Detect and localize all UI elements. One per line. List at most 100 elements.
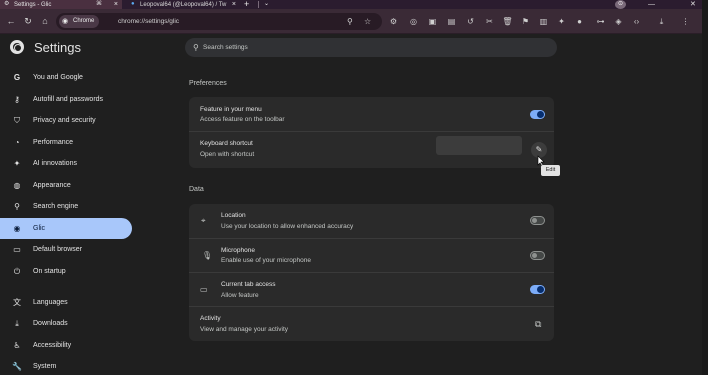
code-icon[interactable]: ‹› <box>631 16 642 27</box>
sidebar-item-on-startup[interactable]: ⏻ On startup <box>0 261 132 282</box>
new-tab-button[interactable]: + <box>244 0 249 9</box>
sidebar-item-accessibility[interactable]: ♿ Accessibility <box>0 335 132 356</box>
trash-icon[interactable]: 🗑 <box>502 16 513 27</box>
sidebar-item-label: On startup <box>33 268 66 275</box>
feature-menu-toggle[interactable] <box>530 110 545 119</box>
accessibility-icon: ♿ <box>13 341 21 350</box>
translate-icon: 文 <box>13 298 21 307</box>
chip-label: Chrome <box>73 18 95 24</box>
tab-twitter[interactable]: ● Leopoval64 (@Leopoval64) / Tw × <box>128 0 238 9</box>
extension-icon[interactable]: ◈ <box>613 16 624 27</box>
sidebar-item-label: Default browser <box>33 246 83 253</box>
google-icon: G <box>13 73 21 82</box>
current-tab-subtitle: Allow feature <box>221 292 259 299</box>
search-box[interactable]: ⚲ <box>185 38 557 57</box>
sidebar-item-downloads[interactable]: ⤓ Downloads <box>0 313 132 334</box>
menu-dots-icon[interactable]: ⋮ <box>680 16 691 27</box>
key-icon: ⚷ <box>14 95 20 104</box>
minimize-icon[interactable]: — <box>648 0 655 9</box>
search-input[interactable] <box>203 38 543 57</box>
sidebar-item-label: Glic <box>33 225 46 232</box>
sidebar-item-label: Languages <box>33 299 68 306</box>
location-toggle[interactable] <box>530 216 545 225</box>
sidebar-item-label: Search engine <box>33 203 79 210</box>
extension-icon[interactable]: ⊶ <box>595 16 606 27</box>
wrench-icon: 🔧 <box>12 362 22 371</box>
extension-icon[interactable]: ▣ <box>427 16 438 27</box>
history-icon[interactable]: ↺ <box>465 16 476 27</box>
chrome-icon: ◉ <box>62 18 69 25</box>
extension-icon[interactable]: ✦ <box>556 16 567 27</box>
browser-toolbar: ← ↻ ⌂ ◉ Chrome chrome://settings/glic ⚲ … <box>0 9 708 34</box>
external-link-icon[interactable]: ⧉ <box>535 319 541 330</box>
extension-icon[interactable]: ● <box>574 16 585 27</box>
chrome-chip[interactable]: ◉ Chrome <box>59 15 100 28</box>
sidebar-item-appearance[interactable]: ◍ Appearance <box>0 175 132 196</box>
tab-settings[interactable]: ⚙ Settings - Glic ⌘ × <box>0 0 122 9</box>
current-tab-toggle[interactable] <box>530 285 545 294</box>
sidebar-item-you-and-google[interactable]: G You and Google <box>0 67 132 88</box>
bookmark-star-icon[interactable]: ☆ <box>364 13 371 30</box>
divider <box>189 306 554 307</box>
section-title-preferences: Preferences <box>189 80 227 87</box>
search-icon: ⚲ <box>14 202 20 211</box>
feature-menu-subtitle: Access feature on the toolbar <box>200 116 285 123</box>
download-icon[interactable]: ⤓ <box>656 16 667 27</box>
extension-icon[interactable]: ▤ <box>446 16 457 27</box>
zoom-icon[interactable]: ⚲ <box>347 13 353 30</box>
settings-sidebar: G You and Google ⚷ Autofill and password… <box>0 66 140 375</box>
address-bar[interactable]: ◉ Chrome chrome://settings/glic ⚲ ☆ <box>56 13 382 30</box>
sidebar-item-label: Accessibility <box>33 342 72 349</box>
extension-icon[interactable]: ◎ <box>408 16 419 27</box>
tab-title: Settings - Glic <box>14 1 52 8</box>
back-icon[interactable]: ← <box>4 14 18 28</box>
home-icon[interactable]: ⌂ <box>38 14 52 28</box>
sidebar-item-autofill[interactable]: ⚷ Autofill and passwords <box>0 89 132 110</box>
mute-icon[interactable]: ⌘ <box>96 0 102 7</box>
download-icon: ⤓ <box>15 319 19 328</box>
twitter-favicon: ● <box>131 1 135 7</box>
divider <box>189 272 554 273</box>
extension-icon[interactable]: ⚑ <box>520 16 531 27</box>
browser-icon: ▭ <box>13 245 21 254</box>
extension-icon[interactable]: ✂ <box>484 16 495 27</box>
sidebar-item-label: System <box>33 363 57 370</box>
url-text[interactable]: chrome://settings/glic <box>118 13 179 30</box>
sidebar-item-glic[interactable]: ◉ Glic <box>0 218 132 239</box>
sidebar-item-label: You and Google <box>33 74 83 81</box>
tab-window-icon: ▭ <box>200 285 208 294</box>
sidebar-item-performance[interactable]: ◔ Performance <box>0 132 132 153</box>
edit-tooltip: Edit <box>541 165 560 176</box>
close-window-icon[interactable]: ✕ <box>690 0 696 9</box>
close-tab-icon[interactable]: × <box>114 0 118 9</box>
sidebar-item-search-engine[interactable]: ⚲ Search engine <box>0 196 132 217</box>
shield-icon: ⛉ <box>14 116 20 125</box>
sidebar-item-label: Autofill and passwords <box>33 96 104 103</box>
extension-icon[interactable]: ⚙ <box>388 16 399 27</box>
divider <box>189 238 554 239</box>
extension-icon[interactable]: ▥ <box>538 16 549 27</box>
tab-strip: ⚙ Settings - Glic ⌘ × ● Leopoval64 (@Leo… <box>0 0 708 9</box>
shortcut-input[interactable] <box>436 136 522 155</box>
close-tab-icon[interactable]: × <box>232 0 236 9</box>
data-card: ⌖ Location Use your location to allow en… <box>189 204 554 341</box>
settings-favicon: ⚙ <box>4 1 10 7</box>
chrome-logo-icon <box>10 40 24 54</box>
sidebar-item-languages[interactable]: 文 Languages <box>0 292 132 313</box>
microphone-toggle[interactable] <box>530 251 545 260</box>
sidebar-item-privacy[interactable]: ⛉ Privacy and security <box>0 110 132 131</box>
activity-title[interactable]: Activity <box>200 315 221 322</box>
search-icon: ⚲ <box>193 43 199 52</box>
reload-icon[interactable]: ↻ <box>21 14 35 28</box>
sidebar-item-ai-innovations[interactable]: ✦ AI innovations <box>0 153 132 174</box>
sidebar-item-label: Privacy and security <box>33 117 96 124</box>
tab-search-chevron-icon[interactable]: ⌄ <box>264 0 269 7</box>
location-pin-icon: ⌖ <box>201 216 206 225</box>
microphone-icon: 🎙 <box>202 251 213 260</box>
chrome-icon: ◉ <box>13 224 21 233</box>
sparkle-icon: ✦ <box>13 159 21 168</box>
profile-icon[interactable]: ⊙ <box>615 0 626 9</box>
keyboard-shortcut-title: Keyboard shortcut <box>200 140 253 147</box>
sidebar-item-default-browser[interactable]: ▭ Default browser <box>0 239 132 260</box>
sidebar-item-system[interactable]: 🔧 System <box>0 356 132 375</box>
